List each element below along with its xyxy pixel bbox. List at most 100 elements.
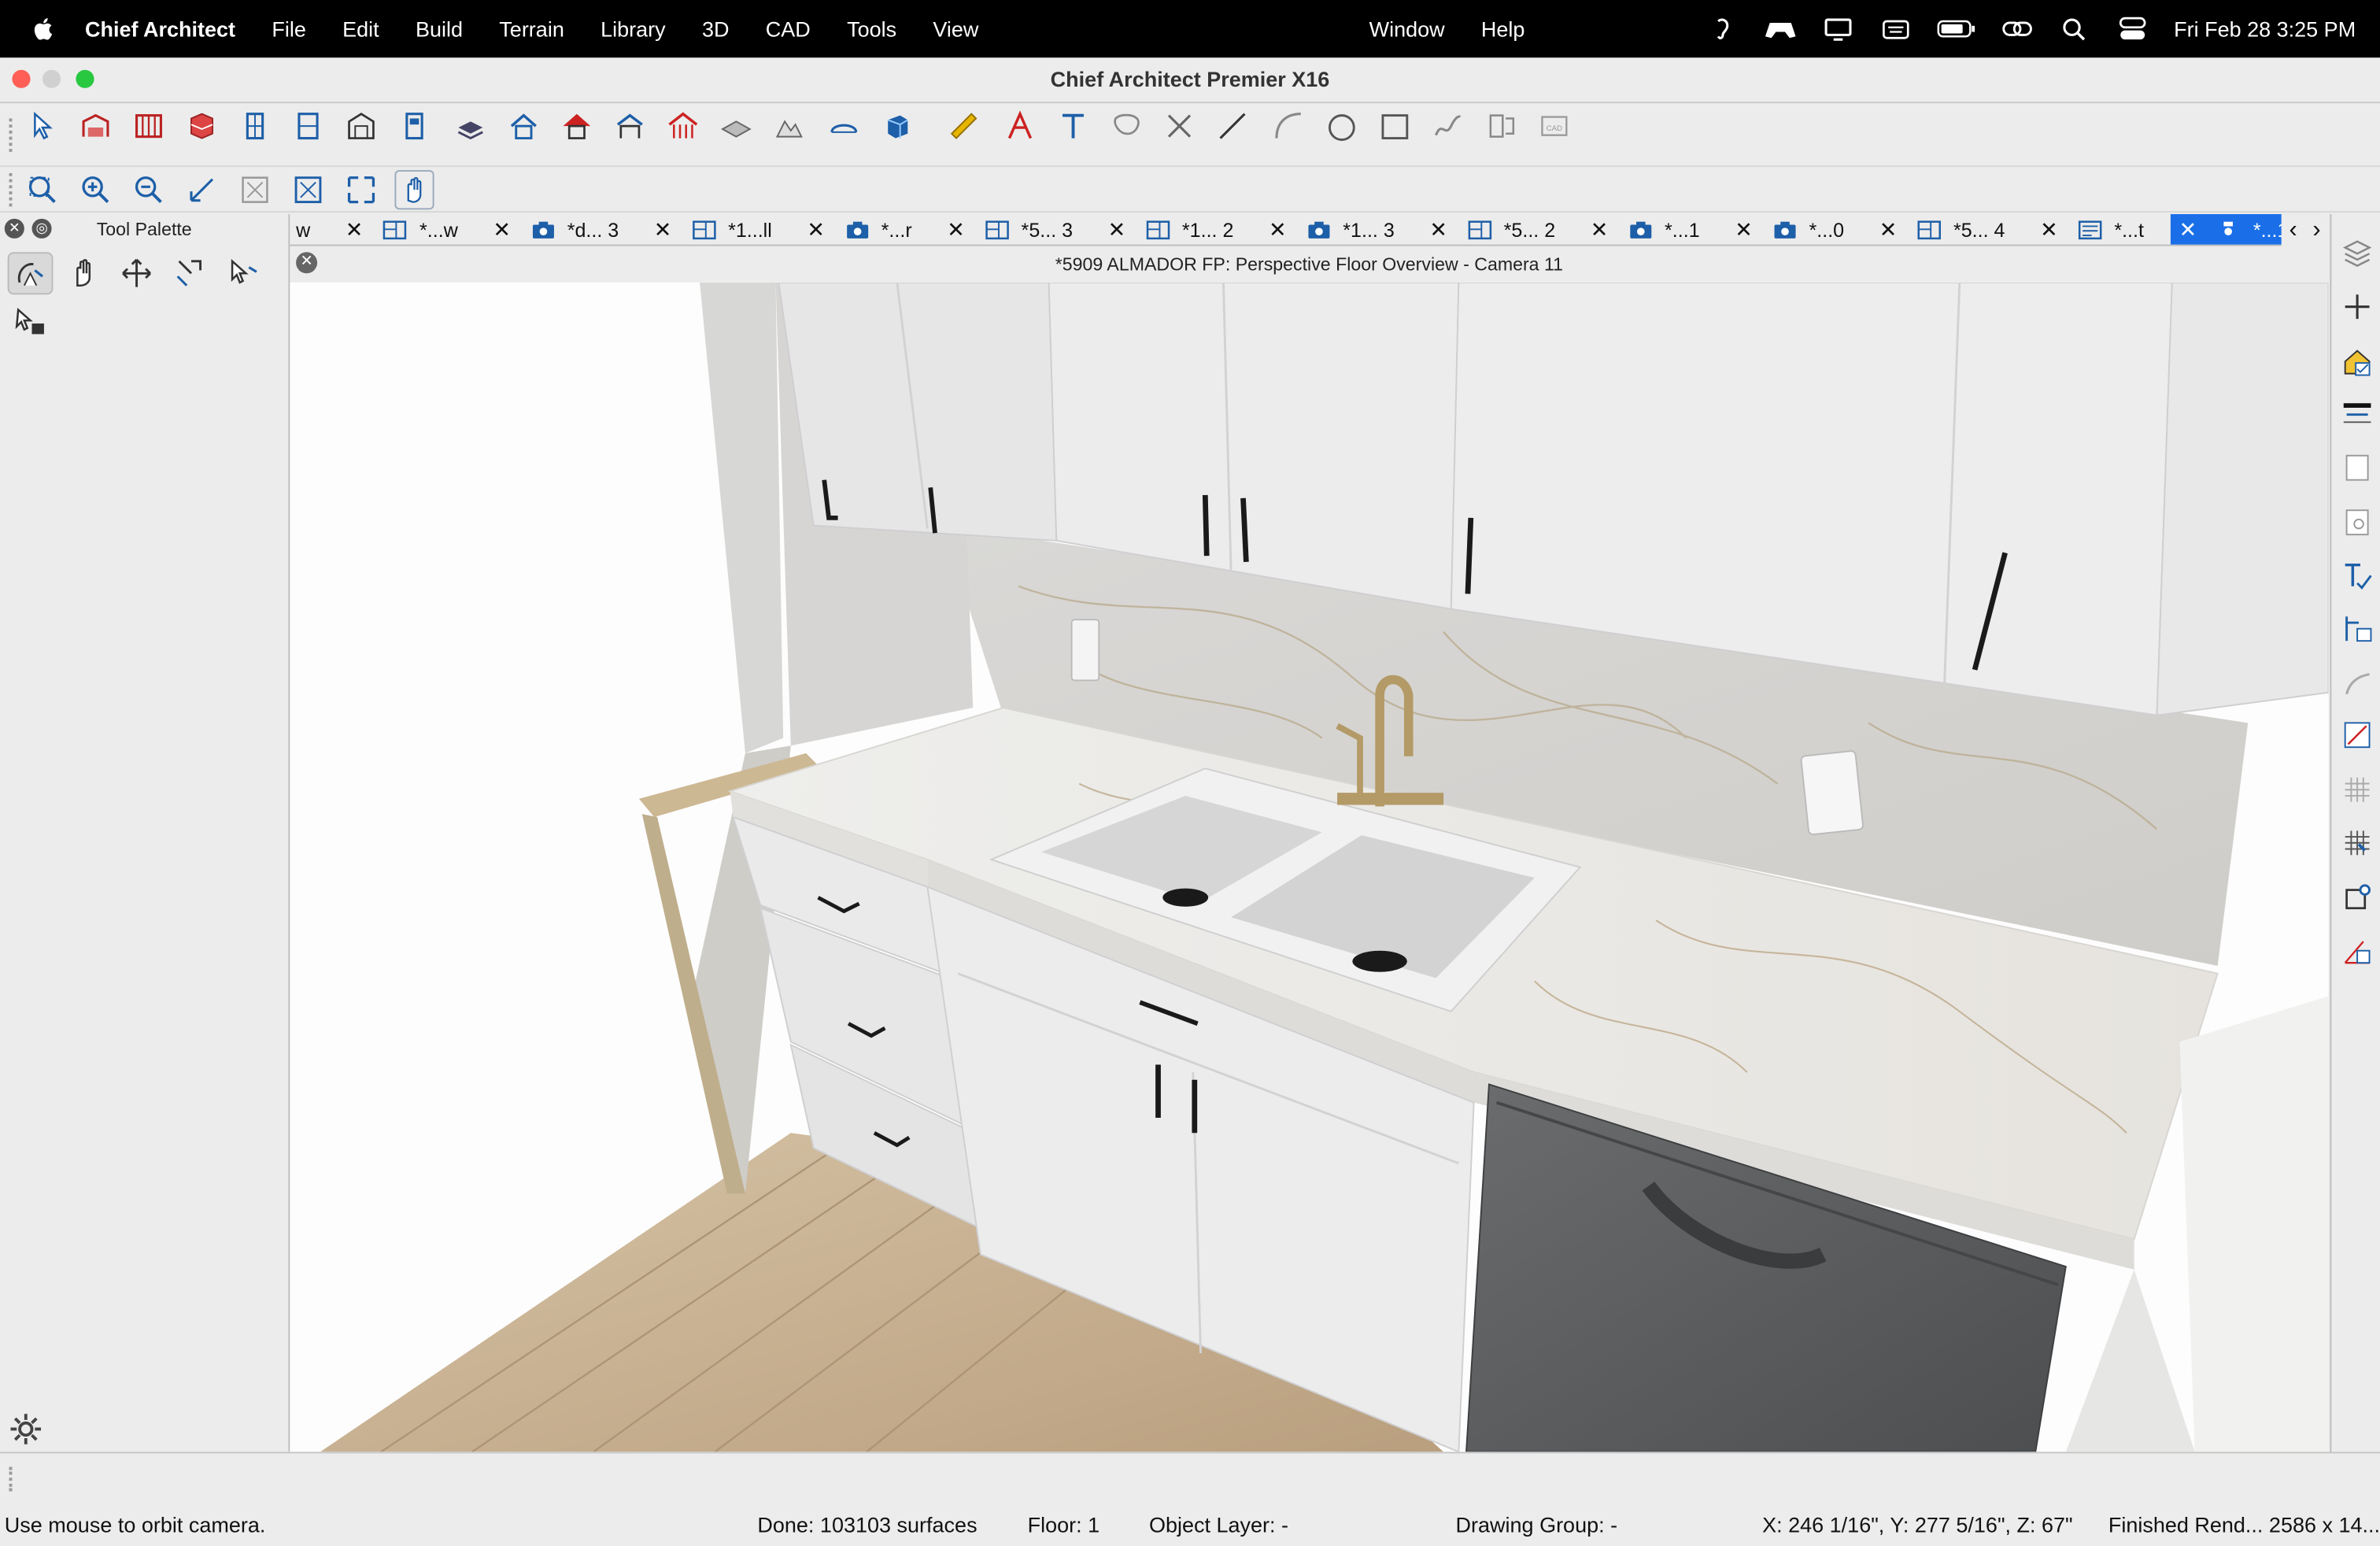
menu-app-name[interactable]: Chief Architect (85, 17, 235, 41)
dormer-tool-icon[interactable] (610, 106, 649, 146)
add-icon[interactable] (2338, 287, 2377, 327)
view-tab[interactable]: ✕ *5... 2 (1422, 214, 1583, 245)
building-check-icon[interactable] (2338, 342, 2377, 381)
stairs-tool-icon[interactable] (394, 106, 434, 146)
apple-icon[interactable] (31, 15, 58, 43)
view-tab[interactable]: ✕ *...t (2032, 214, 2171, 245)
cabinet-tool-icon[interactable] (182, 106, 221, 146)
menu-library[interactable]: Library (601, 17, 666, 41)
page-icon[interactable] (2338, 448, 2377, 487)
menu-help[interactable]: Help (1481, 17, 1525, 41)
camera-move-tool-icon[interactable] (8, 301, 54, 343)
menu-build[interactable]: Build (416, 17, 463, 41)
view-tab[interactable]: ✕ *...r (800, 214, 940, 245)
floor-tool-icon[interactable] (451, 106, 490, 146)
railing-tool-icon[interactable] (129, 106, 168, 146)
view-close-icon[interactable]: ✕ (296, 252, 318, 274)
spline-tool-icon[interactable] (1428, 106, 1468, 146)
gear-icon[interactable] (9, 1412, 42, 1445)
walk-tool-icon[interactable] (114, 252, 160, 294)
menu-cad[interactable]: CAD (766, 17, 811, 41)
menu-3d[interactable]: 3D (702, 17, 730, 41)
cad-block-icon[interactable]: CAD (1535, 106, 1574, 146)
layers-icon[interactable] (2338, 232, 2377, 272)
close-window-button[interactable] (12, 69, 31, 88)
fit-all-icon[interactable] (342, 170, 381, 209)
view-tab[interactable]: ✕ *1...ll (646, 214, 800, 245)
view-tab[interactable]: w (290, 214, 338, 245)
zoom-window-button[interactable] (76, 69, 94, 88)
kitchen-render[interactable] (290, 282, 2329, 1452)
view-tab[interactable]: ✕ *d... 3 (486, 214, 646, 245)
accessibility-icon[interactable] (1706, 17, 1739, 41)
3d-camera-view[interactable] (290, 282, 2329, 1452)
keyboard-icon[interactable] (1879, 17, 1913, 41)
zoom-out-icon[interactable] (129, 170, 168, 209)
line-weights-icon[interactable] (2338, 394, 2377, 433)
tab-close-icon[interactable]: ✕ (652, 216, 674, 242)
door-tool-icon[interactable] (288, 106, 327, 146)
tab-close-icon[interactable]: ✕ (2038, 216, 2060, 242)
rectangle-tool-icon[interactable] (1375, 106, 1414, 146)
fill-window-building-icon[interactable] (235, 170, 275, 209)
pan-tool-icon[interactable] (394, 170, 434, 210)
tab-close-icon[interactable]: ✕ (1106, 216, 1127, 242)
view-tab[interactable]: ✕ *...1 (1583, 214, 1727, 245)
fence-tool-icon[interactable] (663, 106, 703, 146)
toolbar-grip[interactable] (9, 118, 16, 152)
minimize-window-button[interactable] (42, 69, 61, 88)
zoom-in-icon[interactable] (76, 170, 115, 209)
menu-clock[interactable]: Fri Feb 28 3:25 PM (2174, 17, 2356, 41)
ruler-tool-icon[interactable] (944, 106, 984, 146)
tab-close-icon[interactable]: ✕ (1428, 216, 1449, 242)
view-tab[interactable]: ✕ *5... 3 (939, 214, 1099, 245)
palette-close-icon[interactable]: ✕ (4, 218, 24, 239)
gamepad-icon[interactable] (1764, 17, 1797, 41)
tab-close-icon[interactable]: ✕ (344, 216, 365, 242)
link-icon[interactable] (2001, 17, 2034, 41)
menu-window[interactable]: Window (1369, 17, 1445, 41)
wall-tool-icon[interactable] (76, 106, 115, 146)
terrain-tool-icon[interactable] (770, 106, 809, 146)
palette-float-icon[interactable]: ◎ (31, 218, 52, 239)
3d-view-icon[interactable] (878, 106, 917, 146)
menu-view[interactable]: View (933, 17, 978, 41)
tab-close-icon[interactable]: ✕ (1267, 216, 1288, 242)
shape-tool-icon[interactable] (824, 106, 863, 146)
hand-tool-icon[interactable] (61, 252, 106, 294)
tab-close-icon[interactable]: ✕ (491, 216, 512, 242)
menu-terrain[interactable]: Terrain (499, 17, 564, 41)
slab-tool-icon[interactable] (716, 106, 756, 146)
view-tab[interactable]: ✕ *...w (338, 214, 486, 245)
control-center-icon[interactable] (2116, 17, 2149, 41)
dimension-xy-icon[interactable] (2338, 716, 2377, 755)
toolbar-grip[interactable] (9, 172, 16, 207)
tilt-tool-icon[interactable] (167, 252, 213, 294)
arc-tool-icon[interactable] (1269, 106, 1308, 146)
display-icon[interactable] (1822, 17, 1855, 41)
tab-close-icon[interactable]: ✕ (1589, 216, 1610, 242)
tab-close-icon[interactable]: ✕ (1733, 216, 1754, 242)
select-camera-tool-icon[interactable] (220, 252, 266, 294)
text-tool-icon[interactable] (1053, 106, 1092, 146)
orbit-camera-tool-icon[interactable] (7, 252, 54, 295)
snap-grid-icon[interactable] (2338, 823, 2377, 863)
house-tool-icon[interactable] (504, 106, 543, 146)
view-tab[interactable]: ✕ *1... 2 (1100, 214, 1261, 245)
menu-file[interactable]: File (272, 17, 306, 41)
strip-grip[interactable] (9, 1466, 13, 1492)
print-preview-icon[interactable] (2338, 503, 2377, 542)
fill-window-icon[interactable] (288, 170, 327, 209)
room-tool-icon[interactable] (342, 106, 381, 146)
tab-close-icon[interactable]: ✕ (805, 216, 826, 242)
line-tool-icon[interactable] (1213, 106, 1252, 146)
text-check-icon[interactable] (2338, 556, 2377, 595)
view-tab[interactable]: ✕ *5... 4 (1872, 214, 2032, 245)
tab-close-icon[interactable]: ✕ (2177, 216, 2198, 242)
tab-close-icon[interactable]: ✕ (1878, 216, 1899, 242)
tab-scroll-right-icon[interactable]: › (2312, 216, 2320, 244)
menu-edit[interactable]: Edit (342, 17, 379, 41)
circle-tool-icon[interactable] (1322, 106, 1362, 146)
object-snaps-icon[interactable] (2338, 878, 2377, 917)
menu-tools[interactable]: Tools (847, 17, 896, 41)
